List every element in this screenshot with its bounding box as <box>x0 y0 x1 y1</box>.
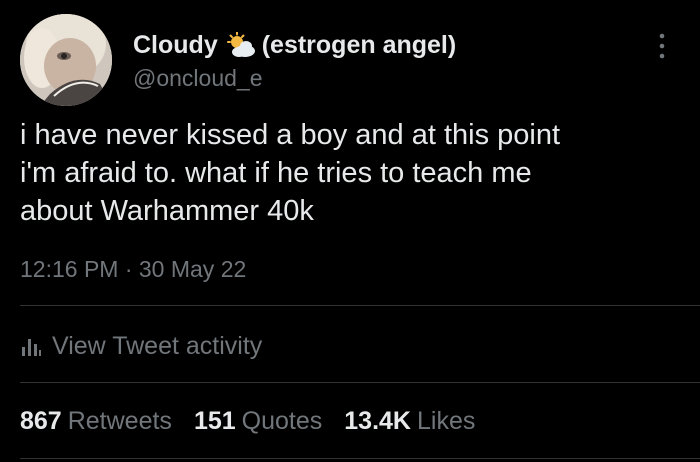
engagement-stats: 867 Retweets 151 Quotes 13.4K Likes <box>20 405 497 437</box>
author-name-row[interactable]: Cloudy (estrogen angel) <box>133 30 456 60</box>
divider <box>20 458 700 459</box>
sun-behind-cloud-icon <box>226 31 256 58</box>
retweets-count: 867 <box>20 407 62 435</box>
analytics-icon <box>22 339 41 356</box>
quotes-stat[interactable]: 151 Quotes <box>194 405 322 437</box>
divider <box>20 382 700 383</box>
tweet-card: Cloudy (estrogen angel) @oncloud_e i hav… <box>0 0 700 462</box>
more-options-icon[interactable] <box>656 32 668 60</box>
quotes-count: 151 <box>193 407 236 435</box>
likes-label: Likes <box>416 407 476 435</box>
avatar[interactable] <box>20 14 112 106</box>
likes-count: 13.4K <box>344 407 411 435</box>
view-activity-button[interactable]: View Tweet activity <box>20 330 262 362</box>
tweet-text: i have never kissed a boy and at this po… <box>20 119 561 227</box>
divider <box>20 305 700 306</box>
author-display-name-suffix[interactable]: (estrogen angel) <box>262 30 456 60</box>
quotes-label: Quotes <box>241 407 323 435</box>
retweets-stat[interactable]: 867 Retweets <box>20 405 172 437</box>
tweet-timestamp[interactable]: 12:16 PM · 30 May 22 <box>20 255 246 283</box>
author-display-name[interactable]: Cloudy <box>133 30 218 60</box>
likes-stat[interactable]: 13.4K Likes <box>344 405 475 437</box>
retweets-label: Retweets <box>67 407 172 435</box>
author-handle[interactable]: @oncloud_e <box>133 64 263 92</box>
view-activity-label[interactable]: View Tweet activity <box>52 330 262 362</box>
avatar-photo <box>20 14 112 106</box>
